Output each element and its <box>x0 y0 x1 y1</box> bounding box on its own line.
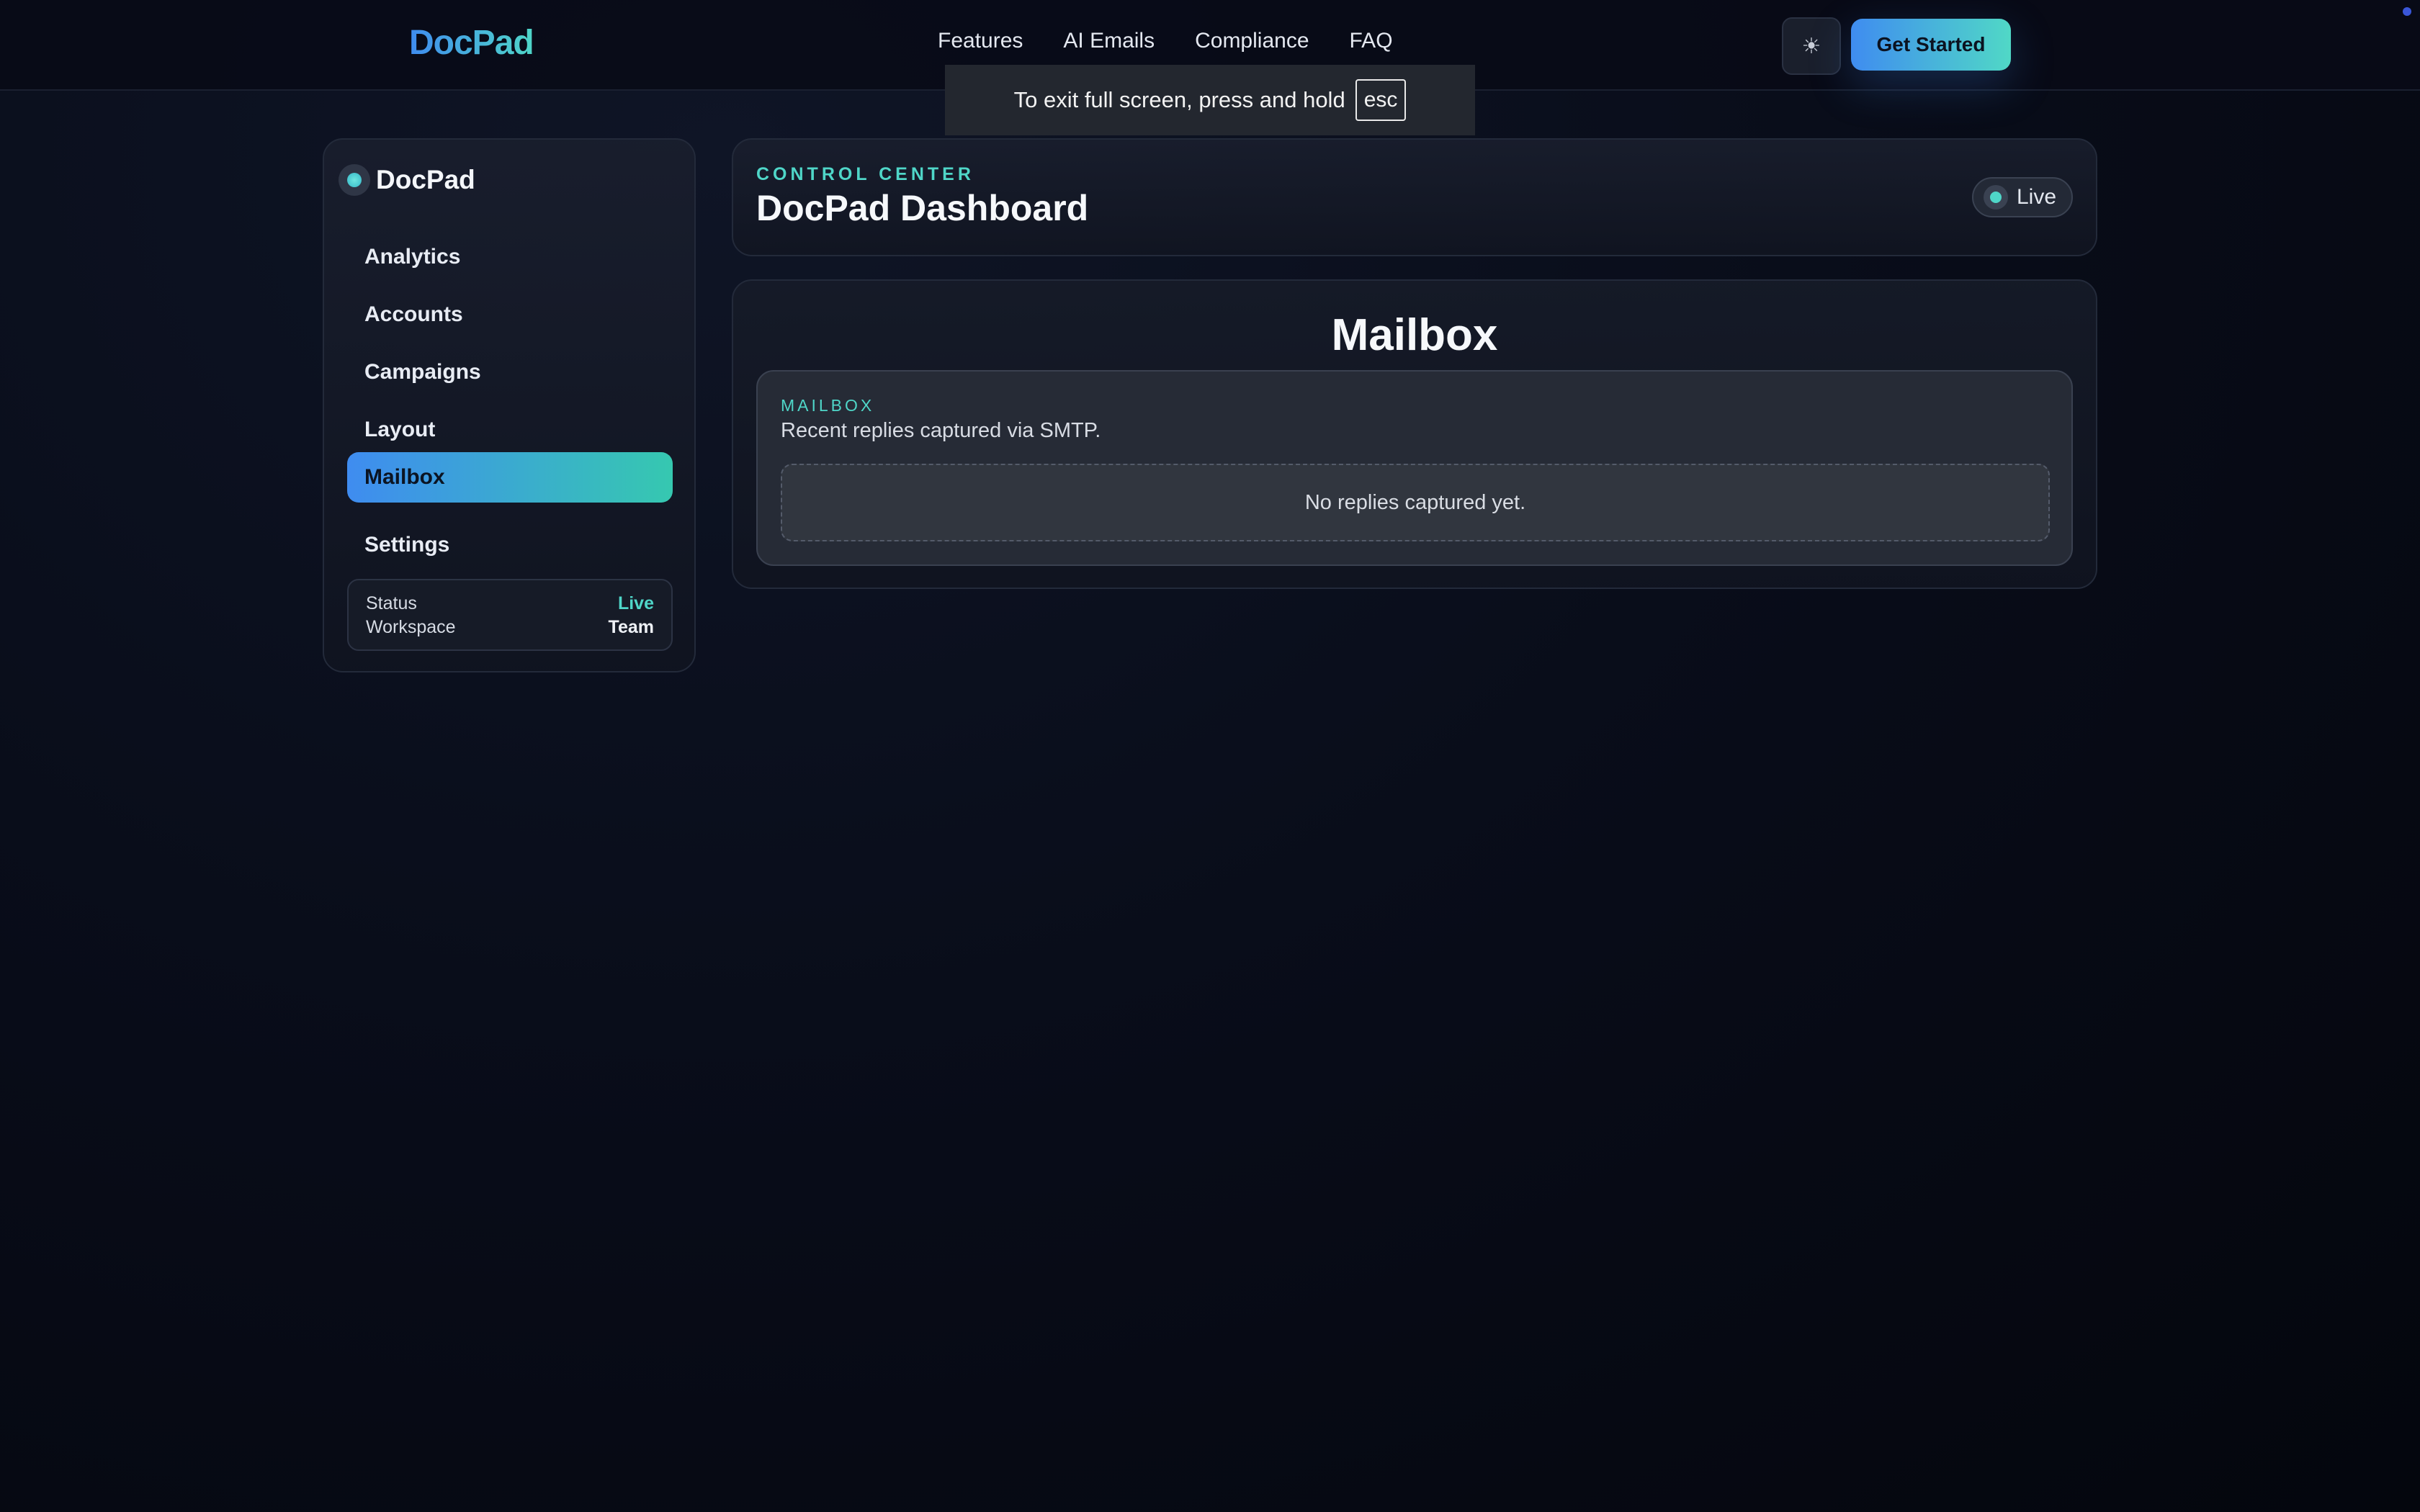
sidebar-item-analytics[interactable]: Analytics <box>347 232 673 282</box>
mailbox-empty-state: No replies captured yet. <box>781 464 2050 541</box>
status-row: Status Live <box>366 592 654 616</box>
esc-key-badge: esc <box>1355 79 1407 121</box>
live-badge-label: Live <box>2017 185 2057 209</box>
workspace-label: Workspace <box>366 617 456 637</box>
mailbox-eyebrow: MAILBOX <box>781 396 875 415</box>
nav-link-features[interactable]: Features <box>938 29 1023 53</box>
mailbox-panel: MAILBOX Recent replies captured via SMTP… <box>756 370 2073 566</box>
mailbox-card: Mailbox MAILBOX Recent replies captured … <box>732 279 2097 589</box>
brand-dot-icon <box>339 164 370 196</box>
live-dot-icon <box>1984 185 2008 210</box>
sidebar: DocPad Analytics Accounts Campaigns Layo… <box>323 138 696 672</box>
sidebar-item-label: Layout <box>364 418 436 441</box>
corner-indicator-dot <box>2403 7 2411 16</box>
status-label: Status <box>366 593 417 613</box>
nav-link-compliance[interactable]: Compliance <box>1195 29 1309 53</box>
sidebar-item-settings[interactable]: Settings <box>347 520 673 570</box>
theme-toggle-button[interactable]: ☀ <box>1782 17 1841 75</box>
mailbox-title: Mailbox <box>1331 310 1498 360</box>
mailbox-description: Recent replies captured via SMTP. <box>781 419 1101 442</box>
status-value: Live <box>617 593 654 613</box>
sidebar-item-accounts[interactable]: Accounts <box>347 289 673 340</box>
sidebar-brand[interactable]: DocPad <box>339 164 475 196</box>
sidebar-brand-label: DocPad <box>376 165 475 194</box>
sidebar-item-campaigns[interactable]: Campaigns <box>347 347 673 397</box>
nav-link-faq[interactable]: FAQ <box>1350 29 1393 53</box>
live-status-badge: Live <box>1972 177 2073 217</box>
dashboard-header-card: CONTROL CENTER DocPad Dashboard Live <box>732 138 2097 256</box>
sun-icon: ☀ <box>1801 34 1821 58</box>
nav-link-ai-emails[interactable]: AI Emails <box>1063 29 1155 53</box>
sidebar-item-mailbox[interactable]: Mailbox <box>347 452 673 503</box>
sidebar-item-label: Mailbox <box>364 465 445 489</box>
header-eyebrow: CONTROL CENTER <box>756 164 974 184</box>
sidebar-status-panel: Status Live Workspace Team <box>347 579 673 651</box>
get-started-button[interactable]: Get Started <box>1851 19 2011 71</box>
sidebar-item-label: Campaigns <box>364 360 481 384</box>
brand-logo[interactable]: DocPad <box>409 23 534 63</box>
sidebar-item-label: Settings <box>364 533 450 557</box>
workspace-row: Workspace Team <box>366 616 654 639</box>
workspace-value: Team <box>608 617 654 637</box>
fullscreen-exit-toast: To exit full screen, press and hold esc <box>945 65 1475 135</box>
nav-links: Features AI Emails Compliance FAQ <box>938 29 1393 53</box>
sidebar-item-label: Analytics <box>364 245 461 269</box>
page-title: DocPad Dashboard <box>756 188 1089 228</box>
sidebar-item-label: Accounts <box>364 302 463 326</box>
fullscreen-toast-message: To exit full screen, press and hold <box>1013 87 1345 112</box>
sidebar-item-layout[interactable]: Layout <box>347 405 673 455</box>
